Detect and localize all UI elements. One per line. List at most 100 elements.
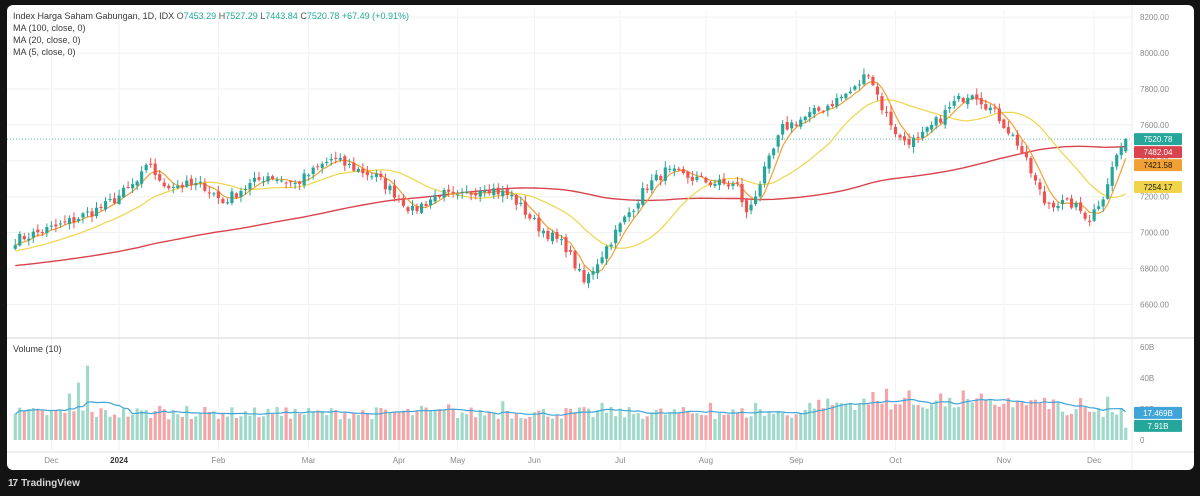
time-tick-label: Sep [789, 456, 804, 465]
candle-body [650, 180, 654, 191]
time-tick-label: Nov [997, 456, 1011, 465]
candle-body [266, 176, 270, 182]
volume-bar [943, 406, 947, 440]
volume-bar [1042, 397, 1047, 440]
candle-body [1119, 147, 1123, 156]
volume-bar [672, 409, 676, 440]
candle-body [334, 157, 338, 159]
volume-bar [338, 419, 342, 440]
candle-body [1115, 154, 1119, 167]
price-tick-label: 7800.00 [1140, 85, 1169, 94]
volume-bar [361, 410, 365, 440]
candle-body [966, 97, 970, 105]
volume-bar [1115, 414, 1119, 440]
candle-body [293, 182, 297, 184]
candle-body [605, 246, 609, 259]
candle-body [275, 179, 279, 181]
ma100-legend[interactable]: MA (100, close, 0) [13, 23, 86, 34]
candle-body [532, 217, 536, 219]
candle-body [392, 185, 397, 198]
volume-bar [1110, 411, 1114, 440]
candle-body [149, 163, 153, 165]
volume-bar [140, 410, 144, 440]
brand-name: TradingView [21, 478, 80, 489]
volume-bar [839, 403, 843, 440]
volume-bar [289, 418, 293, 440]
candle-body [483, 190, 487, 193]
price-tick-label: 7200.00 [1140, 193, 1169, 202]
candle-body [510, 194, 514, 197]
candle-body [135, 181, 139, 186]
candle-body [930, 124, 934, 130]
candle-body [735, 182, 740, 184]
volume-bar [866, 404, 871, 440]
candle-body [871, 76, 875, 86]
candle-body [99, 206, 103, 209]
volume-bar [334, 410, 338, 440]
candle-body [302, 173, 306, 186]
volume-bar [18, 407, 22, 440]
volume-legend[interactable]: Volume (10) [13, 344, 62, 355]
volume-bar [686, 410, 690, 440]
volume-bar [162, 409, 166, 440]
candle-body [731, 184, 735, 186]
candle-body [257, 177, 261, 180]
footer: 17 TradingView [0, 472, 1200, 496]
volume-bar [699, 414, 703, 440]
volume-bar [930, 404, 934, 440]
volume-bar [424, 407, 428, 440]
volume-bar [225, 416, 230, 440]
candle-body [830, 104, 834, 107]
candle-body [1024, 151, 1029, 158]
candle-body [993, 107, 997, 109]
volume-bar [758, 409, 762, 440]
open-value: 7453.29 [183, 11, 217, 21]
candle-body [370, 176, 374, 178]
volume-bar [1069, 413, 1074, 440]
volume-bar [460, 412, 464, 440]
candle-body [112, 198, 117, 204]
candle-body [749, 204, 753, 211]
candle-body [438, 196, 442, 198]
candle-body [442, 189, 446, 198]
candle-body [81, 213, 85, 218]
candle-body [424, 203, 428, 206]
volume-bar [311, 411, 315, 440]
candle-body [103, 201, 108, 210]
candle-body [361, 168, 365, 174]
candle-body [185, 180, 189, 187]
volume-bar [36, 408, 40, 440]
volume-bar [794, 414, 798, 440]
candle-body [708, 182, 713, 186]
candle-body [839, 96, 843, 99]
volume-bar [695, 413, 699, 440]
ma20-legend[interactable]: MA (20, close, 0) [13, 35, 81, 46]
volume-bar [194, 416, 198, 440]
chart-canvas[interactable]: 6600.006800.007000.007200.007400.007600.… [7, 5, 1194, 470]
volume-bar [555, 414, 559, 440]
volume-tick-label: 40B [1140, 374, 1154, 383]
volume-bar [957, 406, 961, 440]
candle-body [316, 166, 320, 168]
candle-body [27, 238, 31, 241]
volume-bar [1060, 411, 1065, 440]
tradingview-logo[interactable]: 17 TradingView [8, 478, 80, 489]
ma5-legend[interactable]: MA (5, close, 0) [13, 47, 76, 58]
volume-bar [126, 416, 130, 440]
volume-bar [451, 408, 455, 440]
candle-body [817, 107, 821, 111]
volume-bar [185, 405, 189, 440]
volume-bar [270, 414, 275, 440]
candle-body [893, 126, 898, 135]
volume-bar [632, 414, 636, 440]
volume-bar [63, 412, 67, 440]
last-volume-badge: 7.91B [1134, 419, 1182, 432]
volume-bar [45, 415, 49, 440]
volume-bar [546, 416, 550, 440]
candle-body [94, 207, 99, 217]
candle-body [67, 218, 72, 224]
candle-body [844, 93, 848, 99]
volume-bar [573, 412, 577, 440]
volume-bar [108, 416, 112, 440]
symbol-legend: Index Harga Saham Gabungan, 1D, IDX O745… [13, 11, 409, 22]
